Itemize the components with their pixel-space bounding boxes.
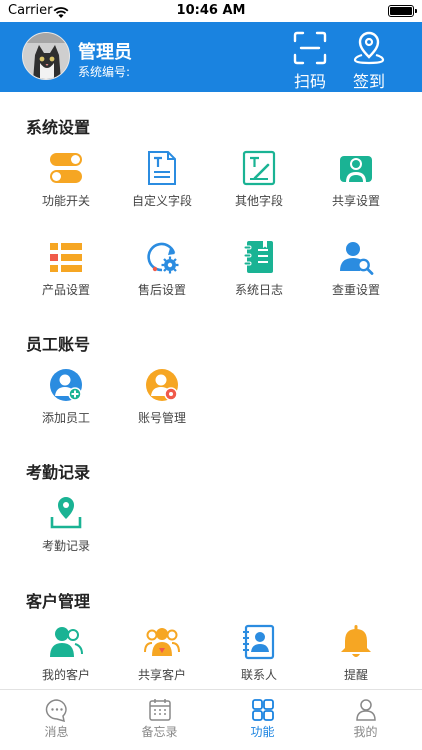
section-title-attendance: 考勤记录 xyxy=(26,463,91,482)
tile-label: 添加员工 xyxy=(41,411,90,425)
tile-label: 查重设置 xyxy=(331,283,380,297)
tile-label: 售后设置 xyxy=(137,283,186,297)
avatar[interactable] xyxy=(22,32,70,80)
tile-product-settings[interactable]: 产品设置 xyxy=(18,239,114,309)
message-icon xyxy=(45,699,67,722)
section-title-customer-management: 客户管理 xyxy=(26,592,91,611)
tile-label: 提醒 xyxy=(343,668,368,682)
shared-customers-icon xyxy=(144,628,180,656)
notebook-icon xyxy=(243,241,273,273)
tile-feature-switch[interactable]: 功能开关 xyxy=(18,150,114,220)
bell-icon xyxy=(341,625,371,657)
tile-label: 共享客户 xyxy=(137,668,186,682)
tile-label: 账号管理 xyxy=(137,411,186,425)
section-title-system-settings: 系统设置 xyxy=(26,118,91,137)
tile-label: 共享设置 xyxy=(331,194,380,208)
user-settings-icon xyxy=(146,369,178,401)
tab-functions[interactable]: 功能 xyxy=(210,690,315,750)
function-list: 系统设置 功能开关 自定义字段 其他字段 共享设置 产品设置 售后设置 系统日志… xyxy=(0,92,422,689)
tile-shared-customers[interactable]: 共享客户 xyxy=(114,624,210,689)
tile-label: 考勤记录 xyxy=(41,539,90,553)
tile-label: 系统日志 xyxy=(234,283,283,297)
tile-label: 其他字段 xyxy=(234,194,283,208)
section-title-staff-accounts: 员工账号 xyxy=(26,335,91,354)
location-pin-icon xyxy=(353,31,385,65)
checkin-button[interactable]: 签到 xyxy=(345,28,393,91)
text-field-icon xyxy=(148,151,176,185)
cat-photo-icon xyxy=(23,33,69,79)
tile-label: 自定义字段 xyxy=(131,194,192,208)
person-icon xyxy=(356,699,376,721)
tab-mine[interactable]: 我的 xyxy=(313,690,418,750)
calendar-icon xyxy=(149,699,171,721)
tab-label: 备忘录 xyxy=(141,725,178,739)
refresh-gear-icon xyxy=(147,242,179,274)
text-edit-icon xyxy=(242,150,276,186)
tile-after-sales-settings[interactable]: 售后设置 xyxy=(114,239,210,309)
my-customers-icon xyxy=(50,627,83,657)
tile-label: 我的客户 xyxy=(41,668,90,682)
tab-label: 我的 xyxy=(353,725,378,739)
tile-custom-fields[interactable]: 自定义字段 xyxy=(114,150,210,220)
user-id-label: 系统编号: xyxy=(78,65,131,79)
tile-account-management[interactable]: 账号管理 xyxy=(114,367,210,437)
tile-label: 产品设置 xyxy=(41,283,90,297)
tile-label: 功能开关 xyxy=(41,194,90,208)
share-users-icon xyxy=(340,156,372,182)
tile-add-employee[interactable]: 添加员工 xyxy=(18,367,114,437)
scan-icon xyxy=(293,31,327,65)
tile-reminders[interactable]: 提醒 xyxy=(308,624,404,689)
tab-label: 功能 xyxy=(250,725,275,739)
add-user-icon xyxy=(50,369,82,401)
contact-card-icon xyxy=(243,624,275,660)
tab-messages[interactable]: 消息 xyxy=(4,690,109,750)
tile-attendance-records[interactable]: 考勤记录 xyxy=(18,495,114,565)
tab-label: 消息 xyxy=(44,725,69,739)
tab-bar: 消息 备忘录 功能 我的 xyxy=(0,689,422,750)
checkin-label: 签到 xyxy=(352,72,385,91)
grid-icon xyxy=(252,699,274,721)
profile-header: 管理员 系统编号: 扫码 签到 xyxy=(0,22,422,92)
location-inbox-icon xyxy=(50,497,82,529)
tile-label: 联系人 xyxy=(240,668,277,682)
tile-contacts[interactable]: 联系人 xyxy=(211,624,307,689)
tile-share-settings[interactable]: 共享设置 xyxy=(308,150,404,220)
scan-label: 扫码 xyxy=(293,72,326,91)
status-bar: Carrier 10:46 AM xyxy=(0,0,422,22)
tile-system-log[interactable]: 系统日志 xyxy=(211,239,307,309)
scan-button[interactable]: 扫码 xyxy=(286,28,334,91)
tab-memo[interactable]: 备忘录 xyxy=(107,690,212,750)
user-search-icon xyxy=(340,242,374,275)
user-name: 管理员 xyxy=(78,42,132,63)
toggle-icon xyxy=(50,153,82,183)
list-icon xyxy=(50,243,82,272)
tile-my-customers[interactable]: 我的客户 xyxy=(18,624,114,689)
battery-icon xyxy=(388,5,417,17)
tile-duplicate-check-settings[interactable]: 查重设置 xyxy=(308,239,404,309)
tile-other-fields[interactable]: 其他字段 xyxy=(211,150,307,220)
clock: 10:46 AM xyxy=(176,3,246,18)
